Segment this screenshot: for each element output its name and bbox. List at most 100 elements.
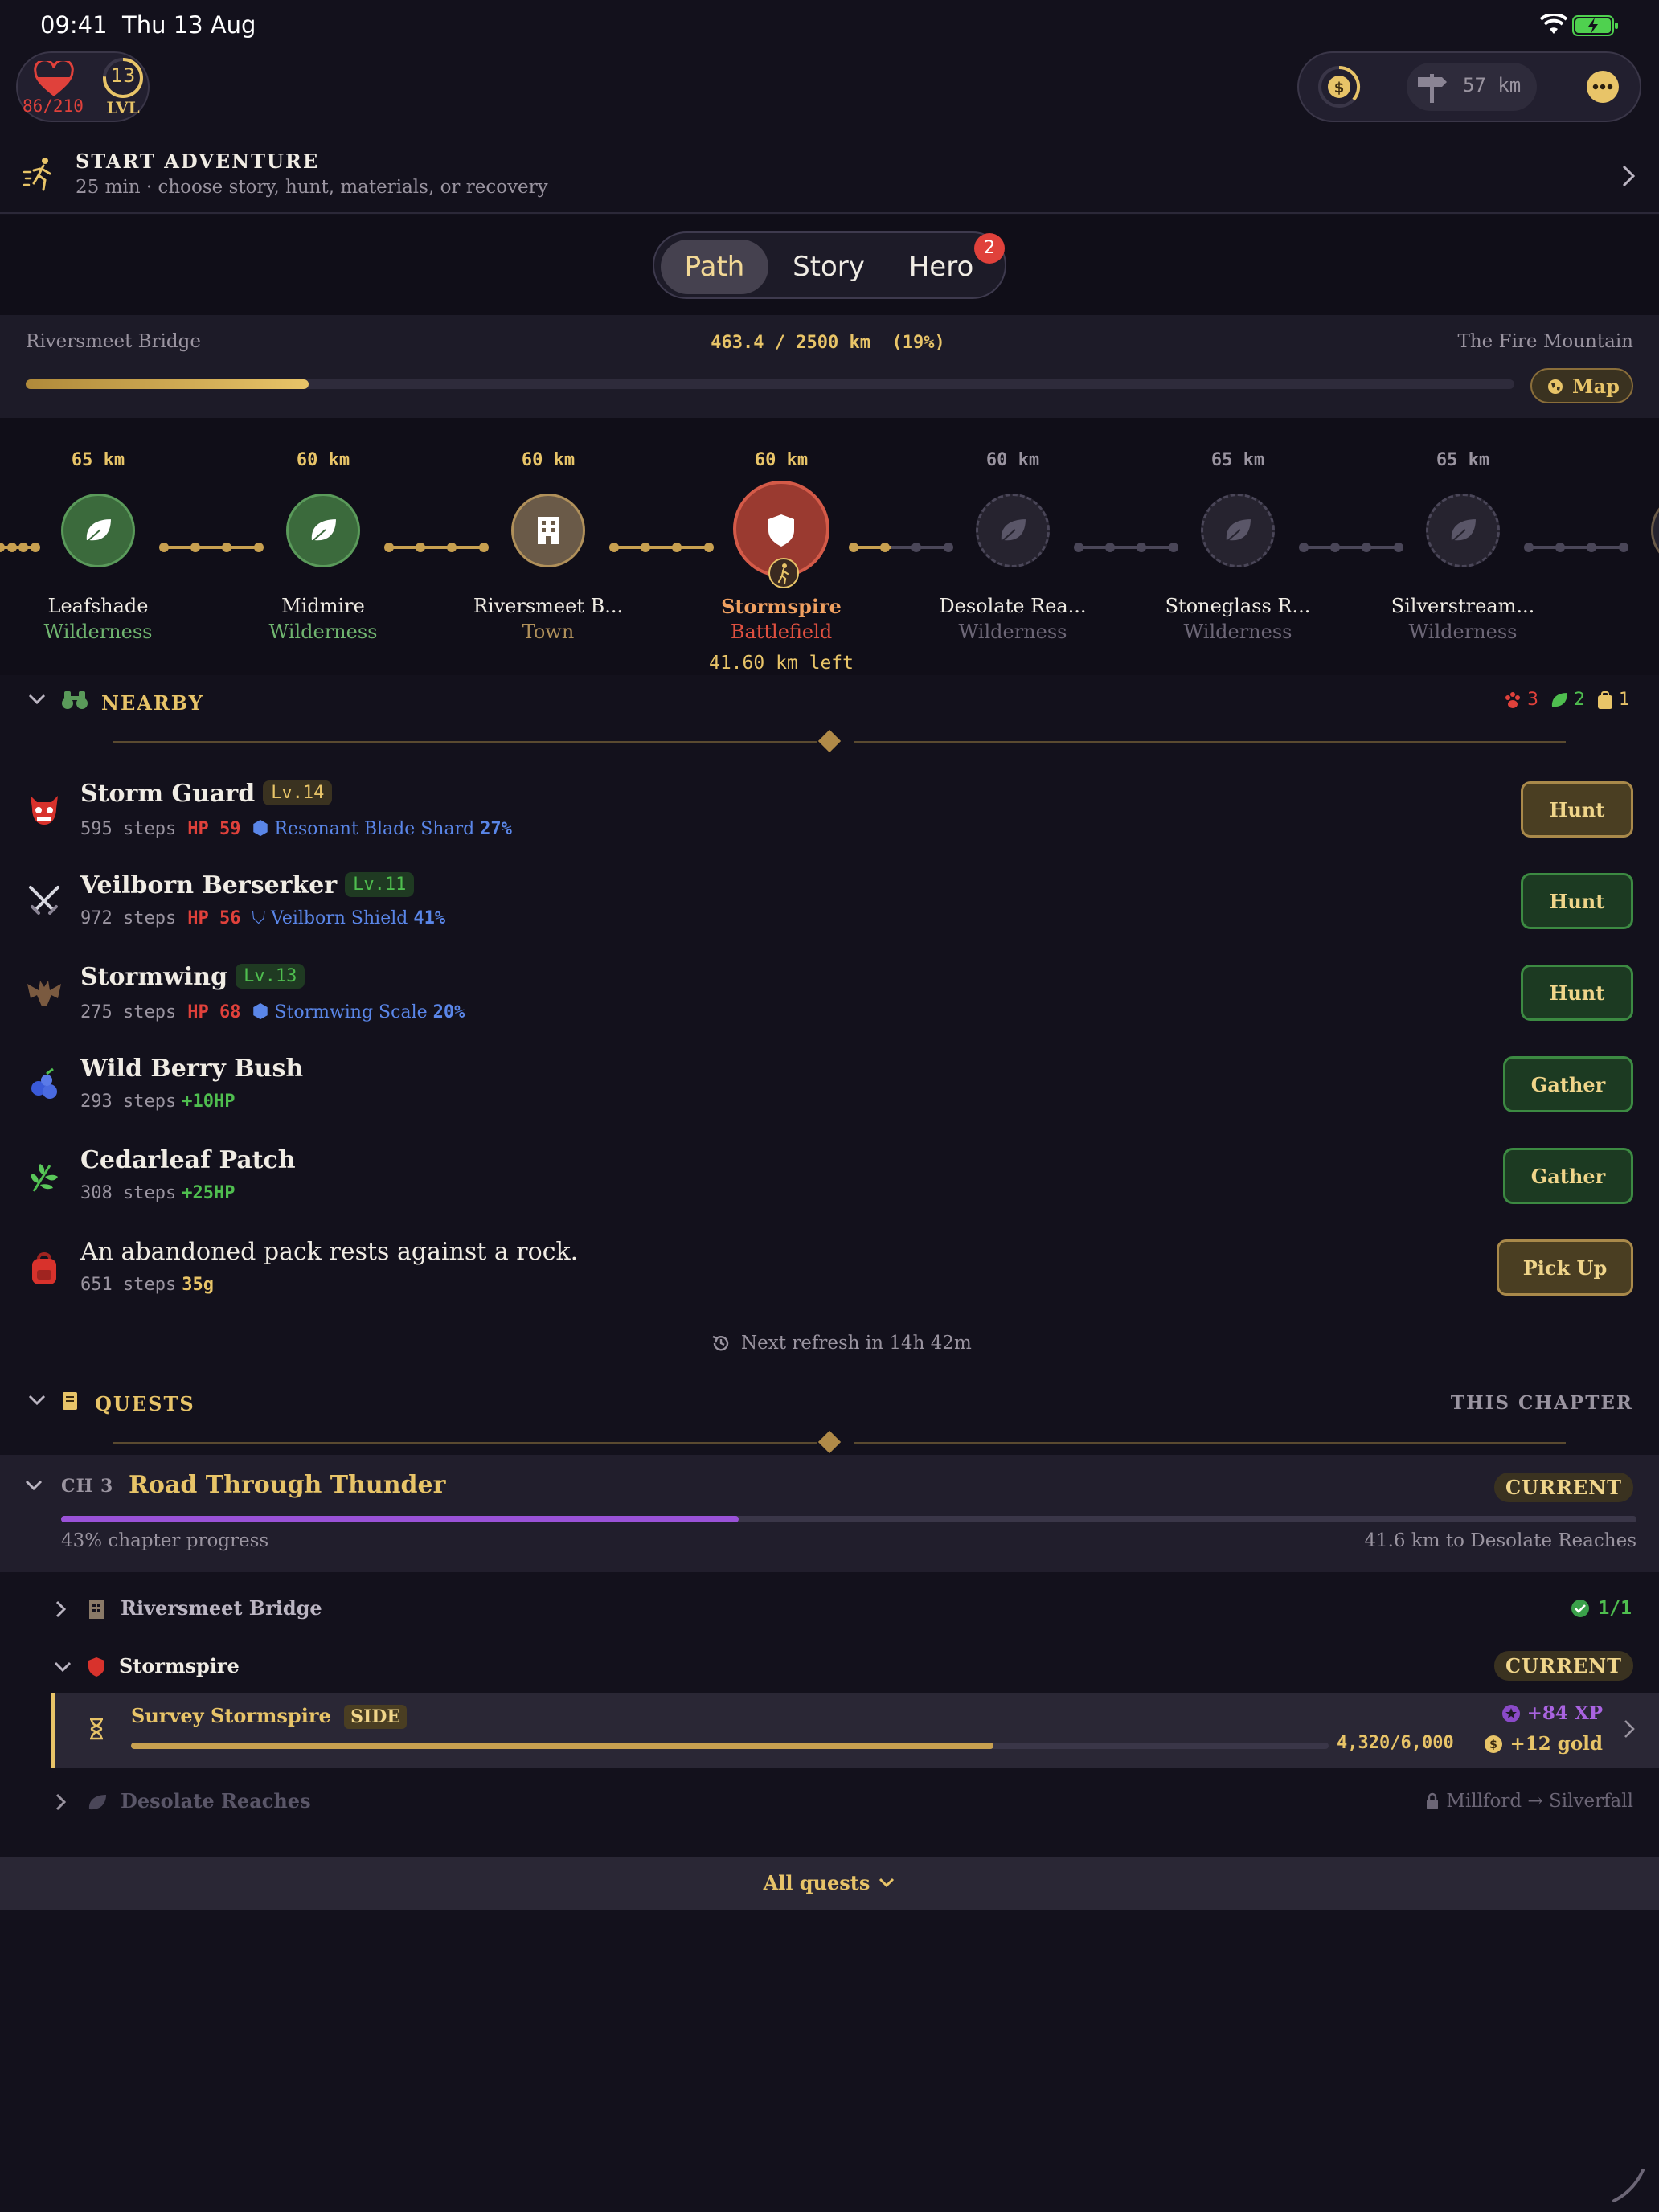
chevron-right-icon [55,1793,67,1811]
bat-icon [27,981,61,1006]
journey-from: Riversmeet Bridge [26,331,201,352]
tab-path[interactable]: Path [661,240,768,294]
distance-chip[interactable]: 57 km [1407,63,1537,111]
level-number: 13 [110,64,136,87]
drop-cube-icon: ⬢ [252,1000,269,1022]
item-count: 1 [1619,690,1630,710]
stop-name: Desolate Rea... [939,595,1087,617]
item-reward: +25HP [182,1183,236,1203]
paw-icon [1505,691,1520,708]
item-drop-chance: 27% [480,819,512,839]
demon-mask-icon [31,796,58,825]
chapter-progress-text: 43% chapter progress [61,1530,269,1551]
item-title: Cedarleaf Patch [80,1146,296,1174]
nearby-item: An abandoned pack rests against a rock. … [0,1222,1659,1313]
item-title: Wild Berry Bush [80,1055,304,1083]
divider-line [854,1442,1566,1444]
hunt-button[interactable]: Hunt [1521,965,1633,1021]
chapter-status-badge: CURRENT [1493,1473,1633,1502]
stop-marker [976,494,1050,567]
running-person-icon [23,158,51,191]
item-steps: 275 steps [80,1002,177,1022]
route-connector-dot [640,543,650,552]
item-steps: 293 steps [80,1092,177,1112]
stop-distance: 65 km [1436,450,1490,470]
route-connector [164,546,259,549]
route-connector-dot [479,543,489,552]
quest-xp: +84 XP [1526,1702,1603,1724]
item-details: 275 steps HP 68 ⬢ Stormwing Scale 20% [80,1000,465,1022]
distance-value: 57 km [1463,74,1522,96]
route-connector-dot [1361,543,1371,552]
backpack-icon [32,1252,56,1284]
quest-location-riversmeet[interactable]: Riversmeet Bridge 1/1 [0,1580,1659,1636]
map-button[interactable]: Map [1530,368,1633,403]
gather-button[interactable]: Gather [1503,1148,1633,1204]
history-icon [712,1335,729,1351]
pick-up-button[interactable]: Pick Up [1497,1239,1633,1296]
route-connector-dot [1394,543,1403,552]
level-label: LVL [106,98,140,117]
quest-location-desolate[interactable]: Desolate Reaches Millford → Silverfall [0,1775,1659,1828]
chevron-right-icon [1624,1720,1635,1738]
quest-title-row: Survey Stormspire SIDE [131,1704,408,1729]
stop-type: Wilderness [43,621,153,643]
location-name: Stormspire [119,1654,240,1677]
status-time: 09:41 [40,11,108,39]
hero-status-pill[interactable]: 86/210 13 LVL [16,51,150,122]
route-connector-dot [1074,543,1083,552]
bag-icon [1598,690,1612,709]
item-drop: Veilborn Shield [270,908,408,928]
route-connector-dot [0,543,5,552]
active-quest-row[interactable]: Survey Stormspire SIDE 4,320/6,000 +84 X… [51,1693,1659,1768]
lock-requirement: Millford → Silverfall [1446,1791,1633,1812]
stop-distance: 60 km [754,450,809,470]
nearby-item: Veilborn Berserker Lv.11 972 steps HP 56 … [0,855,1659,947]
signpost-icon [1418,74,1447,103]
quest-location-stormspire[interactable]: Stormspire CURRENT [0,1640,1659,1693]
stop-marker [1651,494,1659,567]
journey-progress-track [26,379,1514,389]
resources-pill[interactable]: $ 57 km [1297,51,1641,122]
quest-gold-reward: $ +12 gold [1484,1733,1603,1755]
stop-name: Riversmeet B... [473,595,624,617]
quests-header[interactable]: QUESTS THIS CHAPTER [0,1376,1659,1429]
tab-story[interactable]: Story [775,240,883,294]
all-quests-label: All quests [763,1871,870,1895]
item-reward: 35g [182,1275,214,1295]
hunt-button[interactable]: Hunt [1521,781,1633,838]
location-locked: Millford → Silverfall [1425,1791,1633,1812]
journey-progress: Riversmeet Bridge 463.4 / 2500 km (19%) … [0,315,1659,418]
gather-button[interactable]: Gather [1503,1056,1633,1112]
drop-cube-icon: ⬢ [252,817,269,839]
all-quests-button[interactable]: All quests [0,1857,1659,1910]
route-connector-dot [159,543,169,552]
route-connector-dot [31,543,40,552]
nearby-item: Wild Berry Bush 293 steps +10HP Gather [0,1038,1659,1130]
pencil-handle-icon[interactable] [1608,2162,1651,2206]
more-menu-button[interactable] [1587,71,1619,103]
hunt-button[interactable]: Hunt [1521,873,1633,929]
start-adventure-row[interactable]: START ADVENTURE 25 min · choose story, h… [0,135,1659,214]
leaf-icon [88,1795,106,1810]
map-label: Map [1572,375,1620,398]
route-connector-dot [254,543,264,552]
quest-progress-track [131,1743,1329,1749]
route-connector-dot [1169,543,1178,552]
route-connector [1304,546,1399,549]
stop-type: Wilderness [958,621,1067,643]
plant-count: 2 [1574,690,1585,710]
route-connector-dot [1104,543,1115,552]
herb-icon [31,1164,58,1192]
item-title-row: Storm Guard Lv.14 [80,780,333,808]
chevron-down-icon [28,694,46,705]
shield-icon [88,1657,104,1677]
stop-marker [61,494,135,567]
route-connector-dot [1586,543,1596,552]
nearby-header[interactable]: NEARBY 3 2 1 [0,675,1659,728]
gold-coin-icon[interactable]: $ [1315,63,1363,111]
chapter-card[interactable]: CH 3 Road Through Thunder CURRENT 43% ch… [0,1455,1659,1572]
location-name: Desolate Reaches [121,1789,311,1813]
check-circle-icon [1571,1600,1590,1617]
adventure-subtitle: 25 min · choose story, hunt, materials, … [76,177,548,198]
